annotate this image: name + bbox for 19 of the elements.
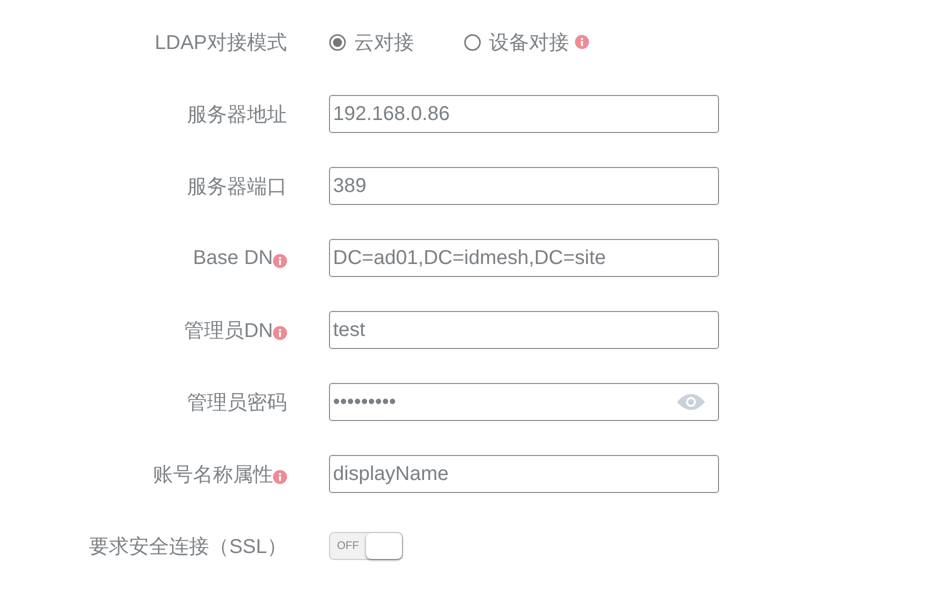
input-field[interactable]: displayName: [329, 455, 719, 493]
field-label: 要求安全连接（SSL）: [89, 534, 287, 560]
field-label: Base DN: [192, 246, 273, 270]
field-label: 管理员密码: [187, 390, 287, 416]
input-field[interactable]: 389: [329, 167, 719, 205]
field-label: LDAP对接模式: [154, 30, 287, 56]
field-label: 服务器地址: [187, 102, 287, 128]
password-field[interactable]: •••••••••: [329, 383, 719, 421]
input-field[interactable]: test: [329, 311, 719, 349]
radio-button[interactable]: [329, 34, 346, 50]
radio-label[interactable]: 云对接: [354, 28, 414, 56]
field-label: 账号名称属性: [153, 462, 273, 488]
radio-label[interactable]: 设备对接: [489, 28, 569, 56]
input-field[interactable]: DC=ad01,DC=idmesh,DC=site: [329, 239, 719, 277]
field-label: 管理员DN: [184, 318, 273, 344]
input-field[interactable]: 192.168.0.86: [329, 95, 719, 133]
field-label: 服务器端口: [187, 174, 287, 200]
toggle-switch[interactable]: OFF: [329, 532, 403, 560]
radio-button[interactable]: [464, 34, 481, 50]
